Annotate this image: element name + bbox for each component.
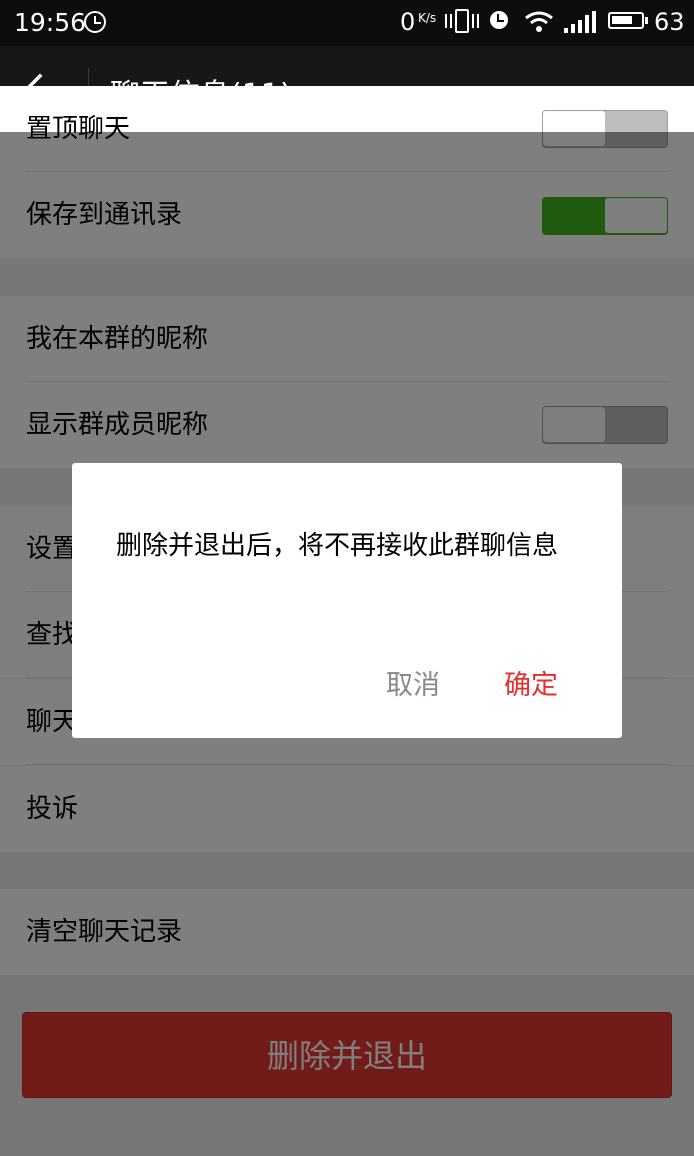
net-speed-unit: K/s	[418, 11, 437, 25]
wifi-icon	[525, 11, 553, 32]
alarm-icon	[490, 11, 508, 29]
cancel-button[interactable]: 取消	[386, 663, 440, 702]
confirm-button[interactable]: 确定	[504, 663, 558, 702]
clock-icon	[84, 11, 106, 33]
status-time: 19:56	[14, 8, 87, 37]
battery-level: 63	[654, 8, 685, 36]
status-bar: 19:56 0 K/s 63	[0, 0, 694, 46]
confirm-dialog: 删除并退出后，将不再接收此群聊信息 取消 确定	[72, 463, 622, 738]
vibrate-icon	[445, 9, 479, 33]
battery-icon	[608, 12, 648, 29]
dialog-message: 删除并退出后，将不再接收此群聊信息	[116, 531, 559, 561]
net-speed: 0	[400, 8, 416, 36]
signal-icon	[564, 11, 596, 33]
